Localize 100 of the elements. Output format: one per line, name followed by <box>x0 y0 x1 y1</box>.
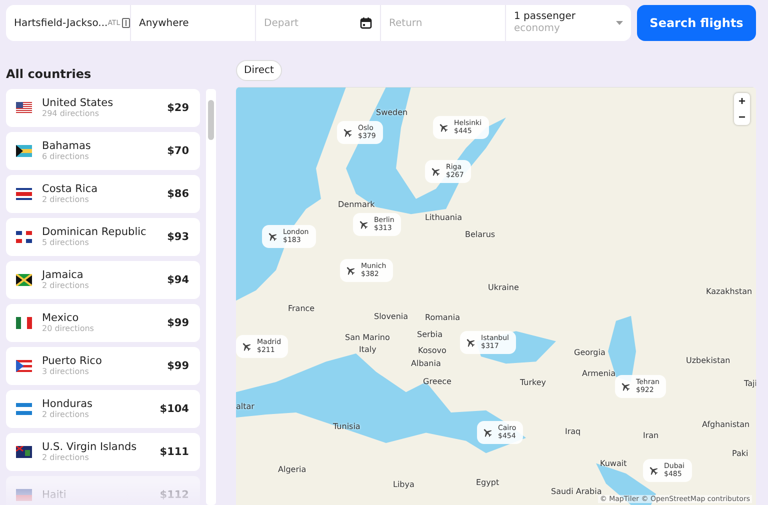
passengers-dropdown[interactable]: 1 passenger economy <box>506 5 631 41</box>
map-label: Uzbekistan <box>686 356 730 365</box>
info-icon <box>122 18 130 28</box>
map-label: Albania <box>411 359 441 368</box>
price: $86 <box>167 188 189 200</box>
flag-icon <box>16 102 32 114</box>
destination-field[interactable]: Anywhere <box>131 5 256 41</box>
plane-icon <box>267 230 278 242</box>
directions-count: 20 directions <box>42 324 95 334</box>
country-name: Haiti <box>42 488 68 502</box>
directions-count: 2 directions <box>42 453 89 463</box>
flag-icon <box>16 274 32 286</box>
country-card[interactable]: Honduras 2 directions $104 <box>6 390 200 428</box>
country-card[interactable]: Mexico 20 directions $99 <box>6 304 200 342</box>
map-label: Taji <box>744 379 756 388</box>
country-card[interactable]: U.S. Virgin Islands 2 directions $111 <box>6 433 200 471</box>
map-label: altar <box>236 402 254 411</box>
price: $111 <box>160 446 189 458</box>
map-label: Kuwait <box>600 459 627 468</box>
cabin-class: economy <box>514 23 561 36</box>
plane-icon <box>438 122 449 133</box>
flag-icon <box>16 231 32 243</box>
map-label: Libya <box>393 480 414 489</box>
price: $94 <box>167 274 189 286</box>
country-card[interactable]: Bahamas 6 directions $70 <box>6 132 200 170</box>
price: $104 <box>160 403 189 415</box>
map-label: Greece <box>423 377 452 386</box>
map-label: France <box>288 304 315 313</box>
map-label: Serbia <box>417 330 442 339</box>
map-label: Lithuania <box>425 213 462 222</box>
map-label: Algeria <box>278 465 306 474</box>
price: $99 <box>167 360 189 372</box>
directions-count: 6 directions <box>42 152 90 162</box>
map-label: Georgia <box>574 348 606 357</box>
directions-count: 2 directions <box>42 281 90 291</box>
section-title: All countries <box>6 67 92 83</box>
country-name: Costa Rica <box>42 183 99 196</box>
country-card[interactable]: Costa Rica 2 directions $86 <box>6 175 200 213</box>
plane-icon <box>482 426 493 438</box>
map-label: Egypt <box>476 478 500 487</box>
price: $93 <box>167 231 189 243</box>
directions-count: 2 directions <box>42 195 90 205</box>
flag-icon <box>16 446 32 458</box>
plane-icon <box>648 464 659 476</box>
calendar-icon <box>360 17 372 29</box>
scrollbar[interactable] <box>206 89 216 505</box>
country-card[interactable]: Puerto Rico 3 directions $99 <box>6 347 200 385</box>
map-label: Kosovo <box>418 346 446 355</box>
caret-icon <box>616 21 623 25</box>
passenger-count: 1 passenger <box>514 10 576 23</box>
plane-icon <box>342 126 353 138</box>
country-name: Dominican Republic <box>42 226 148 238</box>
country-card[interactable]: Dominican Republic 5 directions $93 <box>6 218 200 256</box>
map-label: Paki <box>732 449 748 458</box>
country-card[interactable]: United States 294 directions $29 <box>6 89 200 127</box>
directions-count: 5 directions <box>42 238 90 248</box>
zoom-out-button[interactable]: − <box>734 109 750 125</box>
price: $70 <box>167 145 189 157</box>
filter-chip[interactable]: Direct <box>236 60 282 81</box>
map-label: Turkey <box>520 378 546 387</box>
map-label: Iraq <box>565 427 581 436</box>
directions-count: 3 directions <box>42 367 90 377</box>
map-label: Ukraine <box>488 283 519 292</box>
country-name: Honduras <box>42 398 94 410</box>
price: $99 <box>167 317 189 329</box>
plane-icon <box>430 166 441 177</box>
country-name: Mexico <box>42 312 80 324</box>
directions-count: 2 directions <box>42 410 90 420</box>
flag-icon <box>16 403 32 415</box>
flag-icon <box>16 360 32 372</box>
scrollbar-thumb[interactable] <box>208 100 214 140</box>
flag-icon <box>16 145 32 157</box>
map-label: Afghanistan <box>702 420 750 429</box>
map-label: Iran <box>643 431 659 440</box>
map-label: Italy <box>359 345 376 354</box>
plane-icon <box>241 340 252 352</box>
flag-icon <box>16 188 32 200</box>
flag-icon <box>16 317 32 329</box>
price: $29 <box>167 102 189 114</box>
country-name: Jamaica <box>42 269 84 282</box>
country-name: Puerto Rico <box>42 355 103 368</box>
plane-icon <box>465 336 476 348</box>
map-label: Kazakhstan <box>706 287 752 296</box>
map-label: Saudi Arabia <box>551 487 602 496</box>
plane-icon <box>345 264 356 276</box>
map-label: Sweden <box>376 108 408 117</box>
map-label: Tunisia <box>333 422 360 431</box>
directions-count: 294 directions <box>42 109 100 119</box>
price: $112 <box>160 489 189 501</box>
plane-icon <box>620 380 631 392</box>
zoom-in-button[interactable]: + <box>734 93 750 109</box>
map-label: Denmark <box>338 200 375 209</box>
map-label: Slovenia <box>374 312 408 321</box>
country-name: Bahamas <box>42 140 92 152</box>
plane-icon <box>358 218 369 230</box>
country-name: United States <box>42 97 114 110</box>
map-label: Romania <box>425 313 460 322</box>
country-name: U.S. Virgin Islands <box>42 441 138 454</box>
country-card[interactable]: Jamaica 2 directions $94 <box>6 261 200 299</box>
search-flights-button[interactable]: Search flights <box>637 5 756 41</box>
